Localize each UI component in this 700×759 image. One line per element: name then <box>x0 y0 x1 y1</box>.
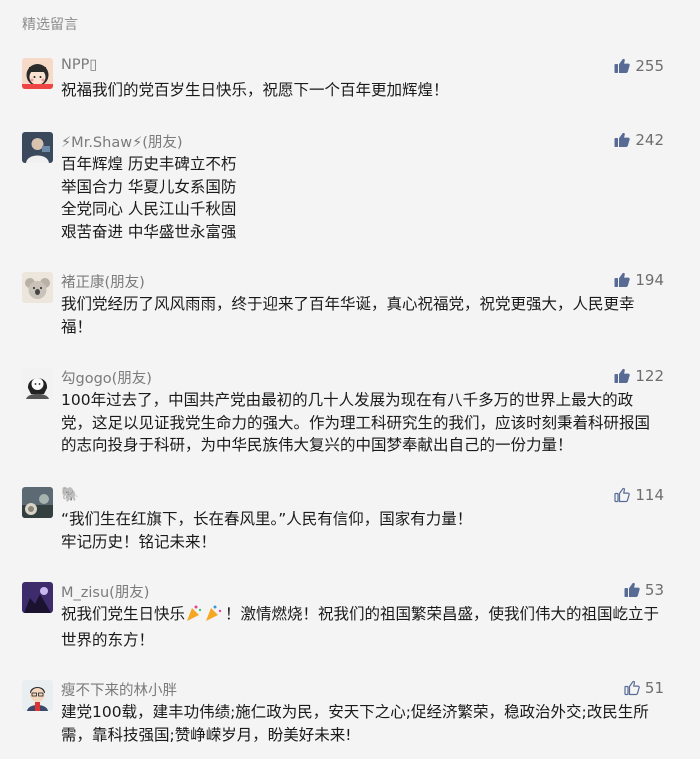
nickname[interactable]: 勾gogo(朋友) <box>61 367 152 388</box>
like-button[interactable]: 53 <box>624 581 664 599</box>
nickname[interactable]: 褚正康(朋友) <box>61 271 145 292</box>
koala-avatar[interactable] <box>22 272 53 303</box>
like-count: 114 <box>635 486 664 504</box>
nickname[interactable]: ⚡Mr.Shaw⚡(朋友) <box>61 131 183 152</box>
like-count: 51 <box>644 679 664 697</box>
comment-text: 百年辉煌 历史丰碑立不朽 举国合力 华夏儿女系国防 全党同心 人民江山千秋固 艰… <box>61 155 237 241</box>
sketch-girl-avatar[interactable] <box>22 368 53 399</box>
cartoon-girl-avatar[interactable] <box>22 58 53 89</box>
like-count: 122 <box>635 367 664 385</box>
section-title: 精选留言 <box>22 17 78 33</box>
like-button[interactable]: 194 <box>614 271 664 289</box>
cartoon-boy-avatar[interactable] <box>22 680 53 711</box>
person-photo-avatar[interactable] <box>22 132 53 163</box>
like-count: 255 <box>635 57 664 75</box>
like-button[interactable]: 242 <box>614 131 664 149</box>
thumbs-up-filled-icon <box>614 368 631 383</box>
nickname[interactable]: 瘦不下来的林小胖 <box>61 679 177 700</box>
like-button[interactable]: 255 <box>614 57 664 75</box>
comment-text: “我们生在红旗下，长在春风里。”人民有信仰，国家有力量！ 牢记历史！铭记未来！ <box>61 510 473 551</box>
like-count: 242 <box>635 131 664 149</box>
comment-text: 建党100载，建丰功伟绩;施仁政为民，安天下之心;促经济繁荣，稳政治外交;改民生… <box>61 703 649 744</box>
thumbs-up-filled-icon <box>614 132 631 147</box>
nickname[interactable]: 🐘 <box>61 486 79 503</box>
like-button[interactable]: 122 <box>614 367 664 385</box>
comment-text: 祝我们党生日快乐 ！激情燃烧！祝我们的祖国繁荣昌盛，使我们伟大的祖国屹立于世界的东… <box>61 603 661 651</box>
party-popper-icon <box>185 604 225 629</box>
like-count: 194 <box>635 271 664 289</box>
thumbs-up-outline-icon <box>614 487 631 503</box>
comment-text: 祝福我们的党百岁生日快乐，祝愿下一个百年更加辉煌！ <box>61 81 449 99</box>
thumbs-up-outline-icon <box>624 680 640 696</box>
photo-avatar[interactable] <box>22 487 53 518</box>
comment-text: 我们党经历了风风雨雨，终于迎来了百年华诞，真心祝福党，祝党更强大，人民更幸福！ <box>61 295 635 336</box>
nickname[interactable]: M_zisu(朋友) <box>61 581 149 602</box>
like-button[interactable]: 114 <box>614 486 664 504</box>
nickname[interactable]: NPP▯ <box>61 57 97 73</box>
thumbs-up-filled-icon <box>624 582 640 597</box>
thumbs-up-filled-icon <box>614 58 631 73</box>
purple-night-avatar[interactable] <box>22 582 53 613</box>
comment-text-part: 祝我们党生日快乐 <box>61 605 186 623</box>
like-count: 53 <box>644 581 664 599</box>
like-button[interactable]: 51 <box>624 679 664 697</box>
thumbs-up-filled-icon <box>614 272 631 287</box>
comment-text: 100年过去了，中国共产党由最初的几十人发展为现在有八千多万的世界上最大的政党，… <box>61 391 651 454</box>
